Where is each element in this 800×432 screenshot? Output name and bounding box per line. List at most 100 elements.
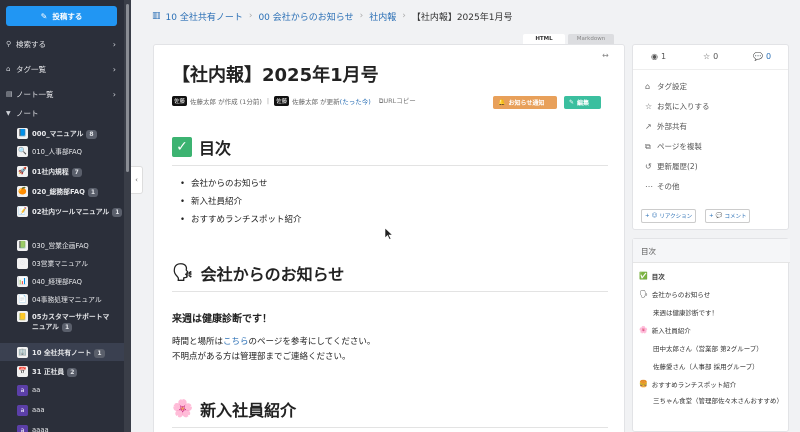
sidebar-tree-item[interactable]: a aaa bbox=[0, 401, 124, 419]
page-actions-panel: ◉ 1 ☆ 0 💬 0 ⌂ タグ設定 ☆ お気に入りする ↗ 外部共有 ⧉ ページを複製… bbox=[632, 44, 789, 230]
toc-entry[interactable]: 来週は健康診断です！ bbox=[653, 307, 718, 317]
tree-item-text: aaa bbox=[32, 406, 45, 414]
section-heading-text: 会社からのお知らせ bbox=[200, 265, 345, 284]
toc-heading-text: 目次 bbox=[199, 139, 232, 158]
sidebar-tree-item[interactable]: 🍊 020_総務部FAQ 1 bbox=[0, 182, 124, 200]
breadcrumb-separator: › bbox=[402, 11, 406, 21]
breadcrumb-separator: › bbox=[248, 11, 253, 21]
toc-heading: ✓ 目次 bbox=[172, 135, 231, 159]
toc-entry[interactable]: 🍔 おすすめランチスポット紹介 bbox=[639, 379, 736, 389]
sidebar-tree-item[interactable]: 📘 000_マニュアル 8 bbox=[0, 124, 124, 142]
breadcrumb: ▥ 10 全社共有ノート › 00 会社からのお知らせ › 社内報 › 【社内報… bbox=[152, 9, 512, 23]
tab-markdown[interactable]: Markdown bbox=[568, 34, 614, 44]
tree-item-label: 01社内規程 bbox=[32, 167, 69, 176]
star-count-value: 0 bbox=[713, 52, 719, 61]
breadcrumb-item[interactable]: 10 全社共有ノート bbox=[166, 10, 243, 23]
external-link-icon: ↗ bbox=[645, 122, 652, 131]
tree-item-label: 04事務処理マニュアル bbox=[32, 296, 102, 304]
count-badge: 1 bbox=[112, 207, 123, 217]
external-share-label: 外部共有 bbox=[657, 122, 687, 131]
post-button[interactable]: ✎ 投稿する bbox=[6, 6, 117, 26]
duplicate-page-item[interactable]: ⧉ ページを複製 bbox=[645, 141, 702, 152]
sidebar-tree-item[interactable]: 📒 05カスタマーサポートマ ニュアル 1 bbox=[0, 308, 124, 338]
sidebar-tree-item[interactable]: 🏢 10 全社共有ノート 1 bbox=[0, 343, 124, 361]
sidebar-tree-item[interactable]: a aaaa bbox=[0, 421, 124, 432]
nav-notes[interactable]: ▤ ノート一覧 › bbox=[0, 85, 124, 103]
toc-entry[interactable]: ✅ 目次 bbox=[639, 271, 665, 281]
comment-button[interactable]: + 💬 コメント bbox=[705, 209, 751, 223]
favorite-item[interactable]: ☆ お気に入りする bbox=[645, 101, 710, 112]
avatar: 佐藤 bbox=[172, 95, 188, 106]
nav-search[interactable]: ⚲ 検索する › bbox=[0, 35, 124, 53]
comment-count[interactable]: 💬 0 bbox=[753, 52, 771, 61]
plus-icon: + bbox=[709, 213, 714, 219]
toc-entry[interactable]: 三ちゃん食堂（管理部佐々木さんおすすめ） bbox=[653, 397, 783, 406]
inline-link[interactable]: こちら bbox=[223, 337, 249, 347]
section-heading-new-employees: 🌸 新入社員紹介 bbox=[172, 397, 296, 421]
tree-item-label: aaa bbox=[32, 406, 45, 414]
tree-item-label: 040_経理部FAQ bbox=[32, 278, 82, 286]
paragraph-text: のページを参考にしてください。 bbox=[248, 337, 376, 347]
divider bbox=[633, 69, 788, 70]
list-item: おすすめランチスポット紹介 bbox=[180, 213, 302, 225]
more-item[interactable]: ⋯ その他 bbox=[645, 181, 680, 192]
toc-entry[interactable]: 田中太郎さん（営業部 第2グループ） bbox=[653, 343, 763, 353]
tab-html[interactable]: HTML bbox=[523, 34, 565, 44]
nav-tags[interactable]: ⌂ タグ一覧 › bbox=[0, 60, 124, 78]
sidebar-tree-item[interactable]: 🔍 010_人事部FAQ bbox=[0, 142, 124, 160]
edit-button-label: 編集 bbox=[577, 100, 590, 107]
toc-entry[interactable]: 佐藤愛さん（人事部 採用グループ） bbox=[653, 361, 759, 371]
reaction-button[interactable]: + ☺ リアクション bbox=[641, 209, 697, 223]
post-button-label: 投稿する bbox=[52, 11, 83, 21]
expand-width-icon[interactable]: ↔ bbox=[602, 51, 609, 60]
collapse-sidebar-button[interactable]: ‹ bbox=[131, 166, 143, 194]
page-title: 【社内報】2025年1月号 bbox=[172, 65, 379, 86]
sidebar-tree-item[interactable]: 📄 04事務処理マニュアル bbox=[0, 290, 124, 308]
notebook-icon: 📒 bbox=[17, 311, 28, 322]
view-count-value: 1 bbox=[660, 52, 667, 61]
sidebar-tree-item[interactable]: 📝 02社内ツールマニュアル 1 bbox=[0, 202, 124, 220]
edit-button[interactable]: ✎ 編集 bbox=[564, 96, 601, 109]
sidebar-tree-item[interactable]: 📊 040_経理部FAQ bbox=[0, 272, 124, 290]
copy-url-button[interactable]: ⧉URLコピー bbox=[379, 95, 416, 106]
building-icon: ▥ bbox=[152, 11, 161, 21]
notes-section-header[interactable]: ▼ ノート bbox=[0, 106, 124, 120]
sidebar-tree-item[interactable]: a aa bbox=[0, 381, 124, 399]
notebook-icon: 📄 bbox=[17, 293, 28, 305]
sidebar: ✎ 投稿する ⚲ 検索する › ⌂ タグ一覧 › ▤ ノート一覧 › ▼ ノート… bbox=[0, 0, 124, 432]
toc-entry-label: 目次 bbox=[651, 273, 665, 281]
view-count[interactable]: ◉ 1 bbox=[651, 52, 666, 61]
list-item: 新入社員紹介 bbox=[180, 195, 242, 207]
copy-icon: ⧉ bbox=[645, 141, 651, 151]
external-share-item[interactable]: ↗ 外部共有 bbox=[645, 121, 687, 132]
notebook-icon: 📝 bbox=[17, 205, 28, 217]
sidebar-scrollbar-thumb[interactable] bbox=[126, 4, 129, 172]
tag-settings-item[interactable]: ⌂ タグ設定 bbox=[645, 81, 687, 92]
notebook-icon: 🍊 bbox=[17, 185, 28, 197]
notify-button[interactable]: 🔔 お知らせ通知 bbox=[493, 96, 557, 109]
notebook-icon: 📅 bbox=[17, 365, 28, 377]
pencil-icon: ✎ bbox=[40, 11, 48, 21]
notebook-icon: ⚙ bbox=[17, 257, 28, 269]
breadcrumb-separator: › bbox=[359, 11, 364, 21]
sidebar-tree-item[interactable]: 📗 030_営業企画FAQ bbox=[0, 236, 124, 254]
sidebar-tree-item[interactable]: 🚀 01社内規程 7 bbox=[0, 162, 124, 180]
updated-info: 佐藤太郎 が更新 bbox=[292, 97, 340, 106]
star-count[interactable]: ☆ 0 bbox=[703, 52, 718, 61]
nav-tags-label: タグ一覧 bbox=[16, 64, 46, 74]
favorite-label: お気に入りする bbox=[657, 102, 710, 111]
history-item[interactable]: ↺ 更新履歴(2) bbox=[645, 161, 698, 172]
toc-entry-label: おすすめランチスポット紹介 bbox=[651, 381, 737, 389]
toc-entry[interactable]: 🗣 会社からのお知らせ bbox=[639, 289, 710, 299]
breadcrumb-item[interactable]: 社内報 bbox=[369, 10, 396, 23]
toc-entry[interactable]: 🌸 新入社員紹介 bbox=[639, 325, 691, 335]
breadcrumb-item[interactable]: 00 会社からのお知らせ bbox=[258, 10, 353, 23]
tree-item-label: aaaa bbox=[32, 426, 49, 432]
sidebar-tree-item[interactable]: ⚙ 03営業マニュアル bbox=[0, 254, 124, 272]
updated-time-link[interactable]: (たった今) bbox=[340, 96, 371, 106]
count-badge: 2 bbox=[67, 367, 78, 377]
count-badge: 1 bbox=[94, 348, 105, 358]
avatar: 佐藤 bbox=[274, 95, 290, 106]
sidebar-tree-item[interactable]: 📅 31 正社員 2 bbox=[0, 362, 124, 380]
chevron-right-icon: › bbox=[112, 89, 116, 99]
